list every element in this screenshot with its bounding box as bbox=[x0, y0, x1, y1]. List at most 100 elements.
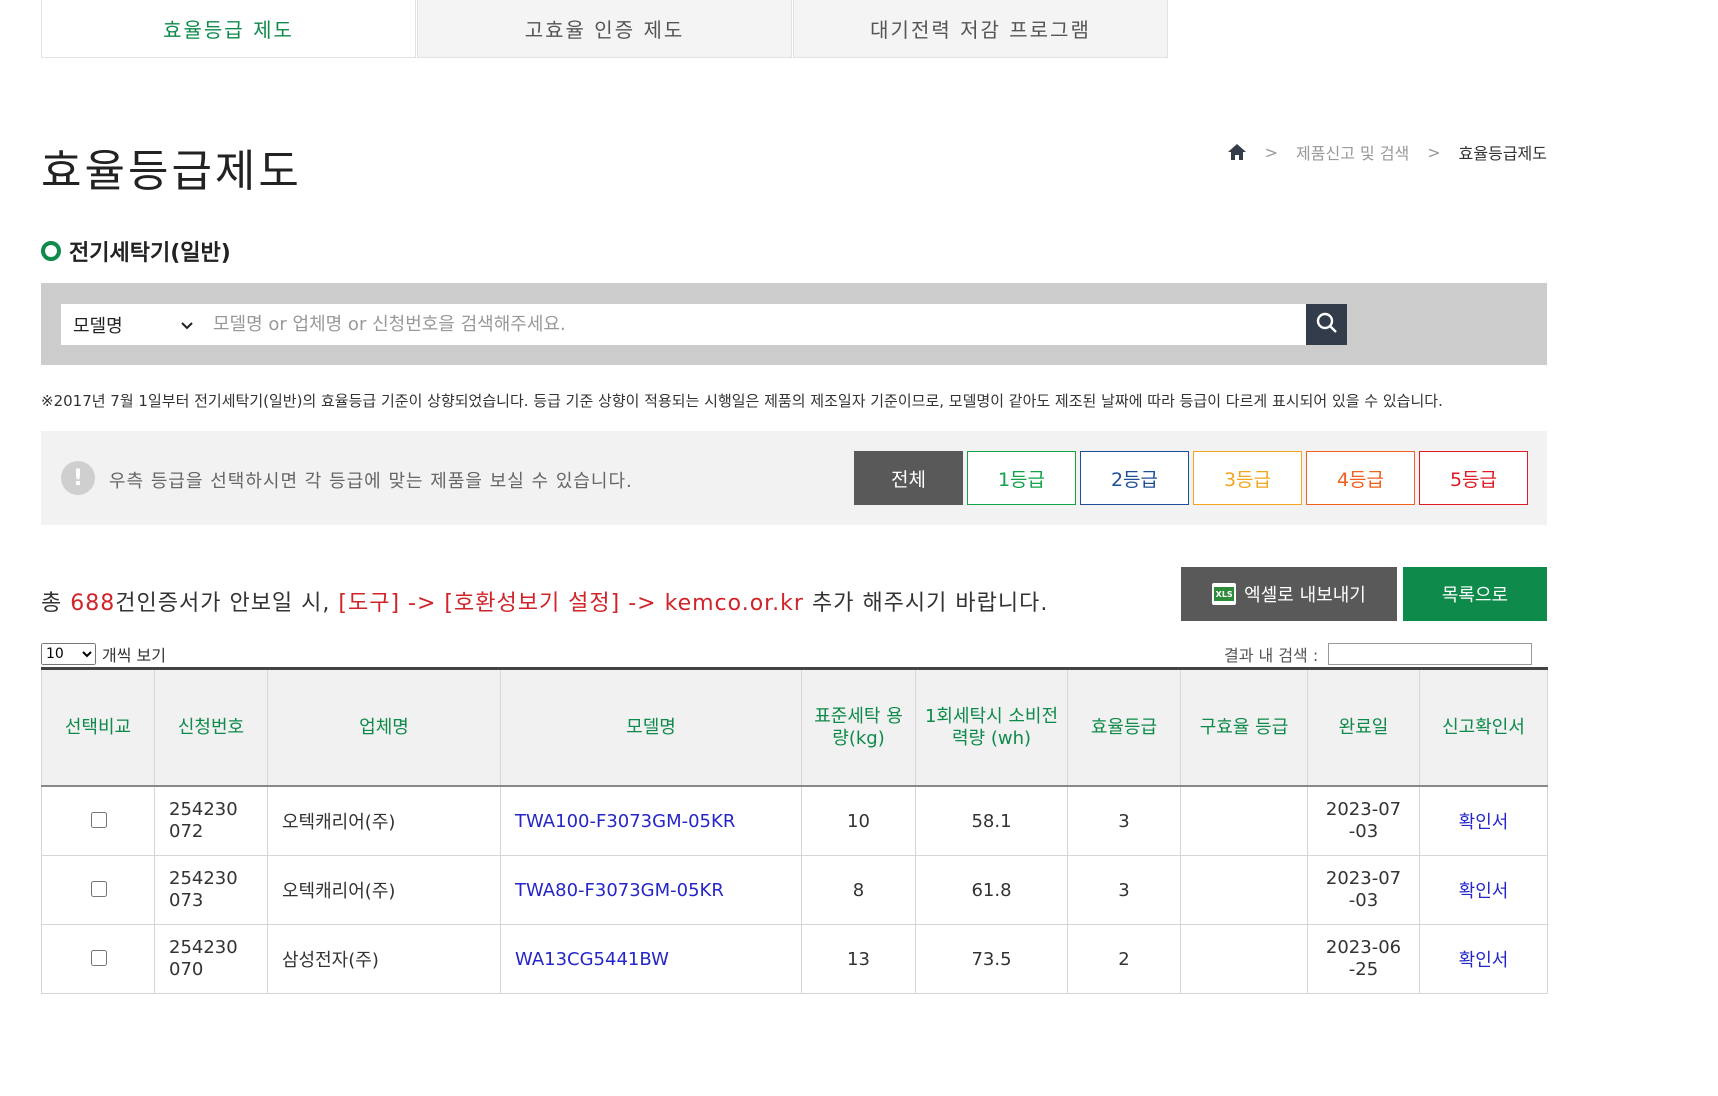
grade-filter-info: 우측 등급을 선택하시면 각 등급에 맞는 제품을 보실 수 있습니다. bbox=[109, 471, 633, 492]
circle-bullet-icon bbox=[41, 241, 61, 261]
column-header: 완료일 bbox=[1307, 668, 1420, 787]
completion-date-cell: 2023-07-03 bbox=[1307, 855, 1420, 925]
grade-filter-bar: ! 우측 등급을 선택하시면 각 등급에 맞는 제품을 보실 수 있습니다. 전… bbox=[41, 431, 1547, 525]
export-excel-label: 엑셀로 내보내기 bbox=[1244, 585, 1366, 606]
certificate-link-cell: 확인서 bbox=[1419, 924, 1548, 994]
power-consumption-cell: 58.1 bbox=[915, 785, 1068, 856]
certificate-link[interactable]: 확인서 bbox=[1459, 881, 1509, 902]
search-button[interactable] bbox=[1306, 304, 1347, 345]
search-input[interactable] bbox=[205, 304, 1306, 345]
application-number-cell: 254230073 bbox=[154, 855, 268, 925]
power-consumption-cell: 73.5 bbox=[915, 924, 1068, 994]
column-header: 1회세탁시 소비전력량 (wh) bbox=[915, 668, 1068, 787]
certificate-link[interactable]: 확인서 bbox=[1459, 950, 1509, 971]
tab-high-efficiency[interactable]: 고효율 인증 제도 bbox=[417, 0, 792, 58]
power-consumption: 61.8 bbox=[971, 879, 1012, 901]
standard-capacity: 13 bbox=[847, 948, 870, 970]
standard-capacity: 10 bbox=[847, 810, 870, 832]
application-number: 254230073 bbox=[169, 868, 238, 911]
program-tabs: 효율등급 제도 고효율 인증 제도 대기전력 저감 프로그램 bbox=[41, 0, 1169, 58]
certificate-link[interactable]: 확인서 bbox=[1459, 812, 1509, 833]
grade-all-button[interactable]: 전체 bbox=[854, 451, 963, 505]
compare-checkbox[interactable] bbox=[90, 950, 107, 966]
completion-date-cell: 2023-06-25 bbox=[1307, 924, 1420, 994]
compat-message-end: 추가 해주시기 바랍니다. bbox=[811, 591, 1049, 616]
company-name-cell: 삼성전자(주) bbox=[267, 924, 501, 994]
section-title: 전기세탁기(일반) bbox=[41, 235, 231, 267]
grade-4-button[interactable]: 4등급 bbox=[1306, 451, 1415, 505]
result-search-input[interactable] bbox=[1328, 643, 1533, 665]
completion-date: 2023-06-25 bbox=[1325, 937, 1402, 980]
breadcrumb-item-product[interactable]: 제품신고 및 검색 bbox=[1296, 140, 1409, 164]
home-icon[interactable] bbox=[1227, 143, 1247, 161]
column-header: 모델명 bbox=[500, 668, 802, 787]
grade-change-notice: ※2017년 7월 1일부터 전기세탁기(일반)의 효율등급 기준이 상향되었습… bbox=[41, 392, 1443, 410]
company-name-cell: 오텍캐리어(주) bbox=[267, 855, 501, 925]
column-header: 표준세탁 용량(kg) bbox=[801, 668, 916, 787]
table-row: 254230073 오텍캐리어(주) TWA80-F3073GM-05KR 8 61.8… bbox=[41, 855, 1548, 925]
power-consumption-cell: 61.8 bbox=[915, 855, 1068, 925]
result-search-label: 결과 내 검색 : bbox=[1224, 646, 1319, 665]
efficiency-grade-cell: 3 bbox=[1067, 855, 1181, 925]
grade-5-button[interactable]: 5등급 bbox=[1419, 451, 1528, 505]
company-name: 삼성전자(주) bbox=[282, 950, 379, 971]
grade-1-button[interactable]: 1등급 bbox=[967, 451, 1076, 505]
application-number-cell: 254230072 bbox=[154, 785, 268, 856]
company-name-cell: 오텍캐리어(주) bbox=[267, 785, 501, 856]
page-size-select[interactable]: 10 bbox=[41, 643, 96, 665]
old-efficiency-grade-cell bbox=[1180, 924, 1308, 994]
result-search: 결과 내 검색 : bbox=[1224, 642, 1533, 666]
section-title-text: 전기세탁기(일반) bbox=[69, 241, 231, 266]
efficiency-grade: 2 bbox=[1118, 948, 1130, 970]
table-header-row: 선택비교 신청번호 업체명 모델명 표준세탁 용량(kg) 1회세탁시 소비전력량 (wh… bbox=[41, 668, 1548, 787]
column-header: 구효율 등급 bbox=[1180, 668, 1308, 787]
model-name[interactable]: WA13CG5441BW bbox=[515, 949, 669, 970]
breadcrumb: > 제품신고 및 검색 > 효율등급제도 bbox=[1227, 140, 1547, 164]
company-name: 오텍캐리어(주) bbox=[282, 812, 396, 833]
efficiency-grade: 3 bbox=[1118, 810, 1130, 832]
model-name[interactable]: TWA100-F3073GM-05KR bbox=[515, 811, 735, 832]
application-number: 254230072 bbox=[169, 799, 238, 842]
model-name[interactable]: TWA80-F3073GM-05KR bbox=[515, 880, 724, 901]
model-name-cell: WA13CG5441BW bbox=[500, 924, 802, 994]
standard-capacity-cell: 10 bbox=[801, 785, 916, 856]
column-header: 선택비교 bbox=[41, 668, 155, 787]
result-summary: 총 688건인증서가 안보일 시, [도구] -> [호환성보기 설정] -> … bbox=[41, 585, 1048, 617]
exclamation-icon: ! bbox=[61, 461, 95, 495]
compare-checkbox[interactable] bbox=[90, 881, 107, 897]
back-to-list-button[interactable]: 목록으로 bbox=[1403, 567, 1547, 621]
completion-date: 2023-07-03 bbox=[1325, 868, 1402, 911]
export-excel-button[interactable]: XLS 엑셀로 내보내기 bbox=[1181, 567, 1397, 621]
tab-efficiency-grade[interactable]: 효율등급 제도 bbox=[41, 0, 416, 58]
power-consumption: 73.5 bbox=[971, 948, 1012, 970]
old-efficiency-grade-cell bbox=[1180, 855, 1308, 925]
model-name-cell: TWA100-F3073GM-05KR bbox=[500, 785, 802, 856]
column-header: 신고확인서 bbox=[1419, 668, 1548, 787]
efficiency-grade: 3 bbox=[1118, 879, 1130, 901]
grade-filter-buttons: 전체 1등급 2등급 3등급 4등급 5등급 bbox=[854, 451, 1528, 505]
search-field-value: 모델명 bbox=[73, 315, 123, 337]
old-efficiency-grade-cell bbox=[1180, 785, 1308, 856]
column-header: 효율등급 bbox=[1067, 668, 1181, 787]
column-header: 신청번호 bbox=[154, 668, 268, 787]
application-number: 254230070 bbox=[169, 937, 238, 980]
grade-3-button[interactable]: 3등급 bbox=[1193, 451, 1302, 505]
chevron-down-icon bbox=[181, 314, 193, 335]
tab-standby-power[interactable]: 대기전력 저감 프로그램 bbox=[793, 0, 1168, 58]
breadcrumb-current: 효율등급제도 bbox=[1458, 144, 1547, 163]
search-field-select[interactable]: 모델명 bbox=[61, 304, 205, 345]
product-table: 선택비교 신청번호 업체명 모델명 표준세탁 용량(kg) 1회세탁시 소비전력량 (wh… bbox=[41, 667, 1548, 994]
breadcrumb-separator: > bbox=[1427, 142, 1441, 162]
total-prefix: 총 bbox=[41, 591, 63, 616]
grade-2-button[interactable]: 2등급 bbox=[1080, 451, 1189, 505]
table-row: 254230070 삼성전자(주) WA13CG5441BW 13 73.5 2 2023-… bbox=[41, 924, 1548, 994]
certificate-link-cell: 확인서 bbox=[1419, 785, 1548, 856]
compat-instruction: [도구] -> [호환성보기 설정] -> kemco.or.kr bbox=[338, 591, 804, 616]
excel-icon: XLS bbox=[1212, 583, 1237, 605]
page-title: 효율등급제도 bbox=[41, 146, 302, 197]
company-name: 오텍캐리어(주) bbox=[282, 881, 396, 902]
compare-checkbox[interactable] bbox=[90, 812, 107, 828]
breadcrumb-separator: > bbox=[1264, 142, 1279, 162]
column-header: 업체명 bbox=[267, 668, 501, 787]
page-size-control: 10 개씩 보기 bbox=[41, 642, 166, 666]
